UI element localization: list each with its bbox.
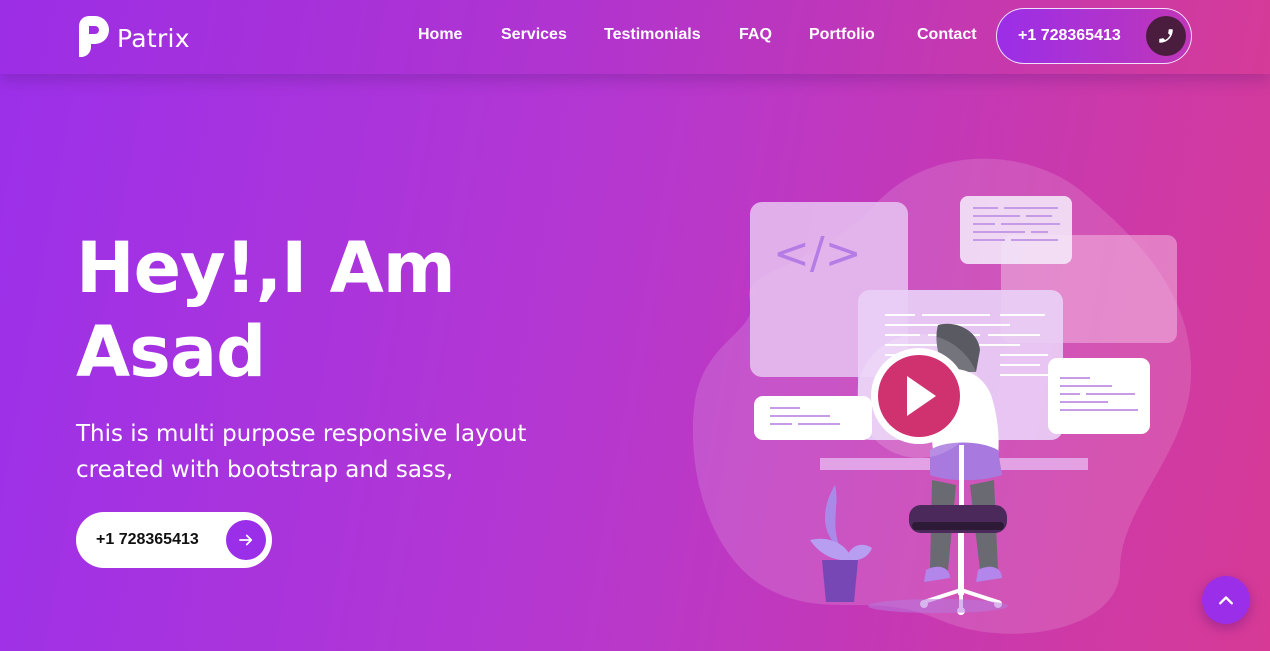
hero-phone-number: +1 728365413 [96, 531, 199, 548]
hero-illustration: </> [680, 150, 1200, 645]
hero-title-line2: Asad [76, 311, 266, 393]
nav-link-home[interactable]: Home [418, 26, 462, 44]
chair-seat-edge [912, 522, 1004, 530]
chair-back [959, 445, 964, 505]
hero-title: Hey!,I Am Asad [76, 226, 596, 394]
nav-phone-button[interactable]: +1 728365413 [996, 8, 1192, 64]
hero-title-line1: Hey!,I Am [76, 227, 456, 309]
code-symbol: </> [773, 228, 862, 279]
code-card-right [1048, 358, 1150, 434]
nav-link-faq[interactable]: FAQ [739, 26, 772, 44]
scroll-to-top-button[interactable] [1202, 576, 1250, 624]
nav-link-testimonials[interactable]: Testimonials [604, 26, 701, 44]
nav-link-contact[interactable]: Contact [917, 26, 977, 44]
hero-subtitle-line1: This is multi purpose responsive layout [76, 421, 527, 447]
floor-shadow [868, 599, 1008, 613]
developer-illustration: </> [692, 158, 1192, 634]
navbar: Patrix Home Services Testimonials FAQ Po… [0, 0, 1270, 74]
code-card-left [754, 396, 872, 440]
main-nav: Home Services Testimonials FAQ Portfolio… [0, 26, 1000, 48]
chair-post [958, 533, 964, 595]
arrow-right-icon [226, 520, 266, 560]
nav-link-services[interactable]: Services [501, 26, 567, 44]
nav-phone-number: +1 728365413 [1018, 27, 1121, 44]
play-icon[interactable] [871, 348, 967, 444]
hero-subtitle: This is multi purpose responsive layout … [76, 416, 596, 488]
plant-pot [822, 560, 858, 602]
chevron-up-icon [1219, 596, 1233, 605]
nav-link-portfolio[interactable]: Portfolio [809, 26, 875, 44]
hero-phone-button[interactable]: +1 728365413 [76, 512, 272, 568]
code-card-top [960, 196, 1072, 264]
hero-subtitle-line2: created with bootstrap and sass, [76, 457, 454, 483]
phone-icon [1146, 16, 1186, 56]
